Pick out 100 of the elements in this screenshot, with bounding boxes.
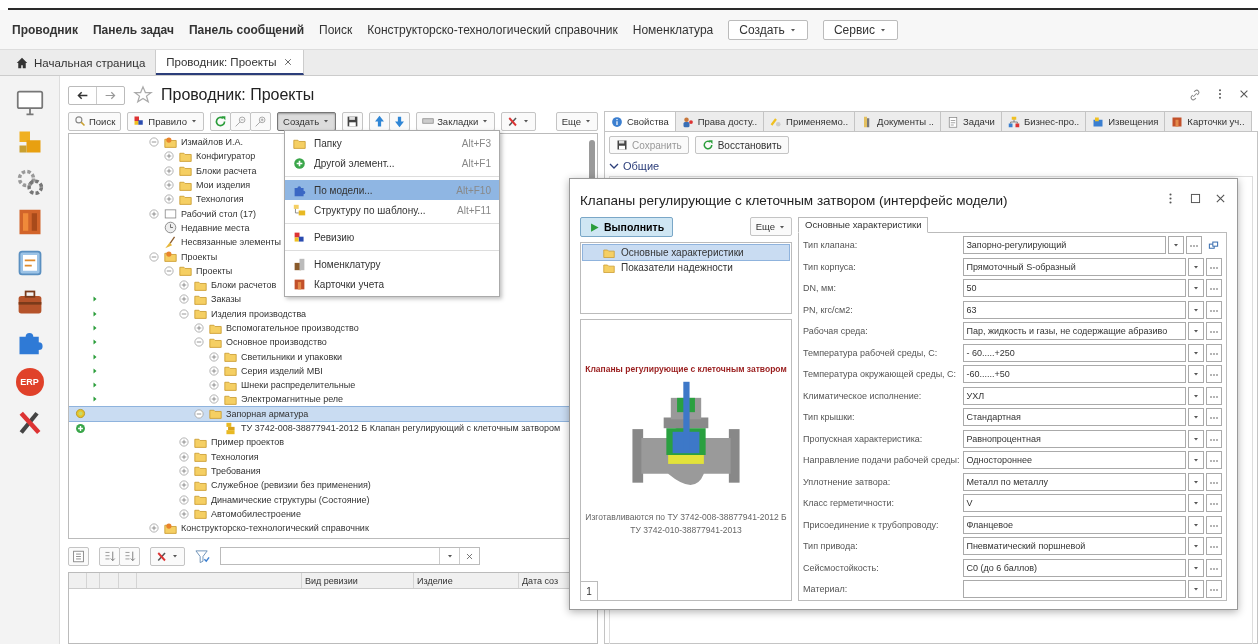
menu-item[interactable]: Номенклатуру [285,254,499,274]
section-item[interactable]: Показатели надежности [583,260,789,275]
tree-item[interactable]: Недавние места [69,220,250,236]
dropdown-button[interactable] [1188,343,1204,362]
expand-icon[interactable] [208,379,220,392]
expand-icon[interactable] [163,164,175,177]
select-field[interactable]: V [963,494,1186,513]
run-button[interactable]: Выполнить [580,217,674,237]
arrow-down-button[interactable] [389,111,411,131]
close-icon[interactable] [282,56,293,67]
close-icon[interactable] [1238,88,1250,100]
panel-button[interactable]: Восстановить [694,136,789,154]
menu-link[interactable]: Номенклатура [632,22,714,37]
choose-button[interactable] [1206,257,1222,276]
expand-icon[interactable] [178,507,190,520]
collapse-icon[interactable] [193,407,205,420]
tree-item[interactable]: Технология [69,192,244,207]
expand-icon[interactable] [178,450,190,463]
column-header[interactable]: Изделие [414,573,519,588]
section-item[interactable]: Основные характеристики [583,245,789,260]
tree-item[interactable]: Серия изделий MBI [69,363,323,379]
link-icon[interactable] [1188,88,1202,102]
choose-button[interactable] [1206,472,1222,491]
choose-button[interactable] [1206,279,1222,298]
refresh-button[interactable] [210,111,231,131]
expand-icon[interactable] [178,279,190,292]
select-field[interactable]: Стандартная [963,408,1186,427]
choose-button[interactable] [1206,494,1222,513]
tree-item[interactable]: Автомобилестроение [69,506,301,521]
select-field[interactable]: Пневматический поршневой [963,537,1186,556]
select-field[interactable]: -60......+50 [963,365,1186,384]
expand-icon[interactable] [178,436,190,449]
dropdown-button[interactable] [1188,580,1204,599]
menu-item[interactable]: По модели... Alt+F10 [285,180,499,200]
dropdown-button[interactable] [1188,429,1204,448]
tree-item[interactable]: ТУ 3742-008-38877941-2012 Б Клапан регулирующий с клеточным затвором [69,420,561,436]
tools-button[interactable] [150,546,185,566]
dropdown-button[interactable] [1188,322,1204,341]
sort-button[interactable] [119,546,140,566]
tree-item[interactable]: Светильники и упаковки [69,349,343,364]
expand-icon[interactable] [163,179,175,192]
panel-tab[interactable]: Применяемо.. [763,111,856,131]
collapse-icon[interactable] [163,264,175,277]
collapse-icon[interactable] [178,307,190,320]
tree-item[interactable]: Несвязанные элементы [69,235,281,250]
tree-item[interactable]: Блоки расчета [69,163,257,178]
expand-icon[interactable] [178,464,190,477]
expand-icon[interactable] [193,322,205,334]
menu-item[interactable]: Карточки учета [285,274,499,294]
expand-icon[interactable] [208,364,220,377]
menu-link[interactable]: Панель задач [92,22,174,37]
dropdown-button[interactable] [1188,558,1204,577]
choose-button[interactable] [1206,537,1222,556]
menu-item[interactable]: Другой элемент... Alt+F1 [285,153,499,173]
tree-item[interactable]: Рабочий стол (17) [69,206,256,221]
dropdown-button[interactable] [1188,257,1204,276]
collapse-icon[interactable] [193,336,205,349]
tree-item[interactable]: Измайлов И.А. [69,135,243,150]
panel-tab[interactable]: Документы .. [854,111,941,131]
filter-field[interactable] [220,547,480,565]
tree-item[interactable]: Требования [69,463,261,479]
select-field[interactable]: Прямоточный S-образный [963,257,1186,276]
dropdown-button[interactable] [1188,494,1204,513]
choose-button[interactable] [1206,343,1222,362]
expand-icon[interactable] [208,393,220,406]
choose-button[interactable] [1206,515,1222,534]
expand-icon[interactable] [163,193,175,206]
tree-item[interactable]: Изделия производства [69,306,307,321]
dropdown-button[interactable] [1188,472,1204,491]
panel-tab[interactable]: Карточки уч.. [1164,111,1252,131]
menu-link[interactable]: Проводник [12,22,78,37]
gears-icon[interactable] [15,168,44,196]
dropdown-button[interactable] [1168,236,1184,255]
zoom-out-button[interactable] [230,111,251,131]
toolbar-button[interactable]: Поиск [68,111,122,131]
tree-item[interactable]: Блоки расчетов [69,277,277,293]
dropdown-button[interactable] [1188,386,1204,405]
sort-button[interactable] [99,546,120,566]
toolbar-button[interactable]: Правило [127,111,204,131]
dropdown-button[interactable] [1188,300,1204,319]
more-button[interactable]: Еще [749,217,792,236]
group-header[interactable]: Общие [609,160,1253,172]
tree-item[interactable]: Шнеки распределительные [69,378,356,393]
tree-item[interactable]: Электромагнитные реле [69,392,344,407]
select-field[interactable]: 63 [963,300,1186,319]
menu-item[interactable]: Папку Alt+F3 [285,133,499,153]
maximize-icon[interactable] [1189,191,1202,205]
page-tab[interactable]: Проводник: Проекты [156,50,304,75]
dropdown-button[interactable] [1188,537,1204,556]
expand-icon[interactable] [178,493,190,506]
menu-link[interactable]: Поиск [319,22,353,37]
choose-button[interactable] [1206,580,1222,599]
monitor-icon[interactable] [15,88,44,116]
tree-item[interactable]: Конфигуратор [69,149,256,164]
tools-button[interactable] [501,111,537,131]
erp-badge[interactable]: ERP [15,368,44,396]
dropdown-button[interactable] [1188,408,1204,427]
tree-item[interactable]: Вспомогательное производство [69,320,359,336]
toolbar-button[interactable]: Закладки [416,111,496,131]
dropdown-button[interactable] [1188,451,1204,470]
